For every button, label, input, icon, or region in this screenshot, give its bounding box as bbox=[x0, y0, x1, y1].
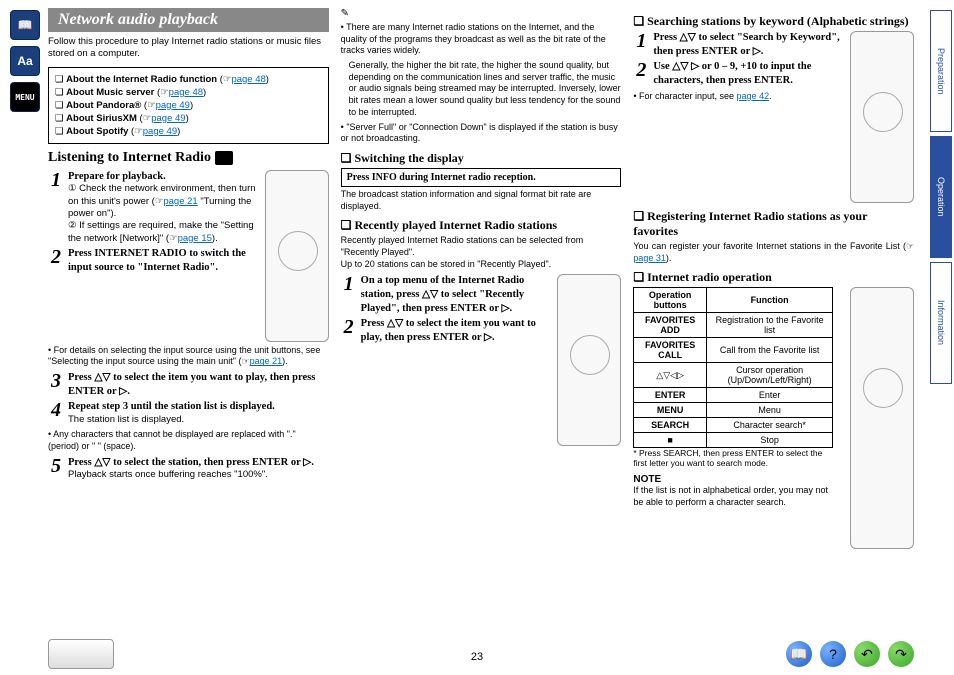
link-music: About Music server bbox=[66, 87, 154, 98]
recent-d1: Recently played Internet Radio stations … bbox=[341, 235, 622, 258]
search-num-2: 2 bbox=[633, 60, 649, 87]
step4-title: Repeat step 3 until the station list is … bbox=[68, 401, 275, 412]
step-num-2: 2 bbox=[48, 247, 64, 274]
pencil-icon: ✎ bbox=[341, 8, 622, 19]
switch-box: Press INFO during Internet radio recepti… bbox=[341, 168, 622, 187]
link-sirius: About SiriusXM bbox=[66, 113, 137, 124]
tab-operation[interactable]: Operation bbox=[930, 136, 952, 258]
link-p48a[interactable]: page 48 bbox=[231, 74, 265, 85]
footer-back-icon[interactable]: ↶ bbox=[854, 641, 880, 667]
register-desc: You can register your favorite Internet … bbox=[633, 241, 914, 264]
step2-title: Press INTERNET RADIO to switch the input… bbox=[68, 248, 246, 273]
operation-table: Operation buttonsFunction FAVORITES ADDR… bbox=[633, 287, 833, 448]
step3-title: Press △▽ to select the item you want to … bbox=[68, 372, 315, 397]
remote-illustration-1 bbox=[265, 170, 329, 342]
link-p21b[interactable]: page 21 bbox=[250, 356, 283, 366]
footer-book-icon[interactable]: 📖 bbox=[786, 641, 812, 667]
c2-p3: "Server Full" or "Connection Down" is di… bbox=[341, 122, 622, 145]
listening-heading: Listening to Internet Radio bbox=[48, 150, 329, 166]
warn-heading: NOTE bbox=[633, 474, 833, 485]
note-input-source: For details on selecting the input sourc… bbox=[48, 345, 329, 368]
intro-text: Follow this procedure to play Internet r… bbox=[48, 36, 329, 61]
device-thumbnail[interactable] bbox=[48, 639, 114, 669]
step1-title: Prepare for playback. bbox=[68, 170, 261, 184]
page-title: Network audio playback bbox=[48, 8, 329, 32]
search-heading: Searching stations by keyword (Alphabeti… bbox=[633, 14, 914, 29]
links-box: ❏ About the Internet Radio function (☞pa… bbox=[48, 67, 329, 144]
link-p49c[interactable]: page 49 bbox=[143, 126, 177, 137]
note-chars: Any characters that cannot be displayed … bbox=[48, 429, 329, 452]
tab-preparation[interactable]: Preparation bbox=[930, 10, 952, 132]
link-p49a[interactable]: page 49 bbox=[156, 100, 190, 111]
recent-heading: Recently played Internet Radio stations bbox=[341, 218, 622, 233]
star-note: * Press SEARCH, then press ENTER to sele… bbox=[633, 448, 833, 468]
step-num-3: 3 bbox=[48, 371, 64, 398]
step-num-5: 5 bbox=[48, 456, 64, 482]
media-icon bbox=[215, 151, 233, 165]
remote-illustration-4 bbox=[850, 287, 914, 549]
link-radio: About the Internet Radio function bbox=[66, 74, 217, 85]
link-p15[interactable]: page 15 bbox=[178, 233, 212, 244]
search-step1: Press △▽ to select "Search by Keyword", … bbox=[653, 32, 839, 57]
recent-step2: Press △▽ to select the item you want to … bbox=[361, 318, 536, 343]
link-p31[interactable]: page 31 bbox=[633, 253, 666, 263]
link-p21[interactable]: page 21 bbox=[163, 196, 197, 207]
tab-information[interactable]: Information bbox=[930, 262, 952, 384]
aa-icon[interactable]: Aa bbox=[10, 46, 40, 76]
switch-desc: The broadcast station information and si… bbox=[341, 189, 622, 212]
recent-num-1: 1 bbox=[341, 274, 357, 315]
menu-icon[interactable]: MENU bbox=[10, 82, 40, 112]
link-p49b[interactable]: page 49 bbox=[151, 113, 185, 124]
footer-help-icon[interactable]: ? bbox=[820, 641, 846, 667]
footer-forward-icon[interactable]: ↷ bbox=[888, 641, 914, 667]
remote-illustration-3 bbox=[850, 31, 914, 203]
step5-title: Press △▽ to select the station, then pre… bbox=[68, 457, 314, 468]
link-p48b[interactable]: page 48 bbox=[169, 87, 203, 98]
recent-num-2: 2 bbox=[341, 317, 357, 344]
link-spotify: About Spotify bbox=[66, 126, 128, 137]
c2-p2: Generally, the higher the bit rate, the … bbox=[349, 60, 622, 118]
step-num-1: 1 bbox=[48, 170, 64, 245]
recent-step1: On a top menu of the Internet Radio stat… bbox=[361, 275, 525, 313]
operation-heading: Internet radio operation bbox=[633, 270, 914, 285]
step-num-4: 4 bbox=[48, 400, 64, 426]
c2-p1: There are many Internet radio stations o… bbox=[341, 22, 622, 57]
recent-d2: Up to 20 stations can be stored in "Rece… bbox=[341, 259, 622, 271]
search-step2: Use △▽ ▷ or 0 – 9, +10 to input the char… bbox=[653, 61, 811, 86]
link-pandora: About Pandora® bbox=[66, 100, 141, 111]
search-num-1: 1 bbox=[633, 31, 649, 58]
page-number: 23 bbox=[471, 651, 483, 663]
warn-text: If the list is not in alphabetical order… bbox=[633, 485, 833, 508]
remote-illustration-2 bbox=[557, 274, 621, 446]
link-p42[interactable]: page 42 bbox=[737, 91, 770, 101]
register-heading: Registering Internet Radio stations as y… bbox=[633, 209, 914, 239]
switching-heading: Switching the display bbox=[341, 151, 622, 166]
book-icon[interactable]: 📖 bbox=[10, 10, 40, 40]
